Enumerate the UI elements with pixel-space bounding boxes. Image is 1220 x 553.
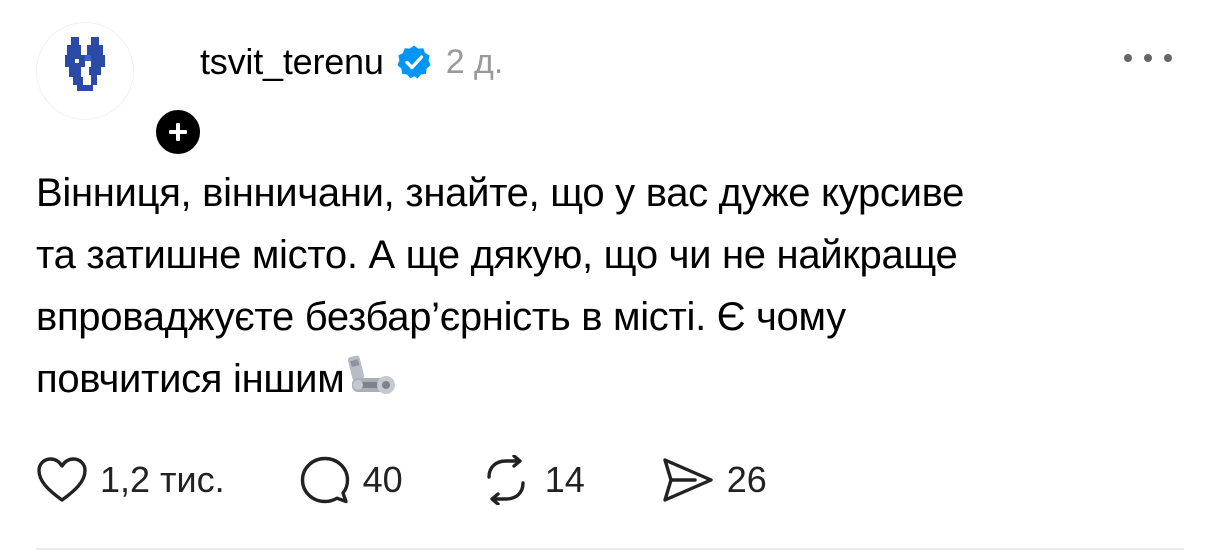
avatar[interactable] <box>36 22 134 120</box>
send-icon <box>663 458 713 502</box>
more-options-button[interactable] <box>1124 48 1172 68</box>
reply-button[interactable]: 40 <box>299 455 403 505</box>
comment-icon <box>300 456 349 504</box>
post-text: Вінниця, вінничани, знайте, що у вас дуж… <box>36 162 1186 410</box>
repost-icon <box>487 455 525 505</box>
post-text-line: впроваджуєте безбар’єрність в місті. Є ч… <box>36 295 846 339</box>
verified-badge-icon <box>397 45 431 79</box>
post-divider <box>36 548 1184 550</box>
repost-button[interactable]: 14 <box>479 455 585 505</box>
heart-icon <box>37 457 87 502</box>
post-text-line: Вінниця, вінничани, знайте, що у вас дуж… <box>36 171 965 215</box>
like-count: 1,2 тис. <box>100 459 225 500</box>
more-dots-icon <box>1144 54 1152 62</box>
reply-count: 40 <box>362 459 403 500</box>
like-button[interactable]: 1,2 тис. <box>36 456 225 504</box>
more-dots-icon <box>1124 54 1132 62</box>
mechanical-arm-emoji <box>348 355 396 394</box>
username[interactable]: tsvit_terenu <box>200 41 384 83</box>
tsvit-terenu-logo-icon <box>65 37 105 91</box>
post-text-line: та затишне місто. А ще дякую, що чи не н… <box>36 233 958 277</box>
share-button[interactable]: 26 <box>661 456 767 504</box>
post-text-line: повчитися іншим <box>36 357 345 401</box>
post-text-line-last: повчитися іншим <box>36 348 1186 410</box>
post-header: tsvit_terenu 2 д. <box>200 36 503 88</box>
post-timestamp: 2 д. <box>445 42 504 81</box>
repost-count: 14 <box>544 459 585 500</box>
avatar-container <box>36 22 204 158</box>
share-count: 26 <box>726 459 767 500</box>
more-dots-icon <box>1164 54 1172 62</box>
plus-icon <box>169 123 187 141</box>
follow-button[interactable] <box>152 106 204 158</box>
post-actions: 1,2 тис. 40 14 26 <box>36 452 767 508</box>
